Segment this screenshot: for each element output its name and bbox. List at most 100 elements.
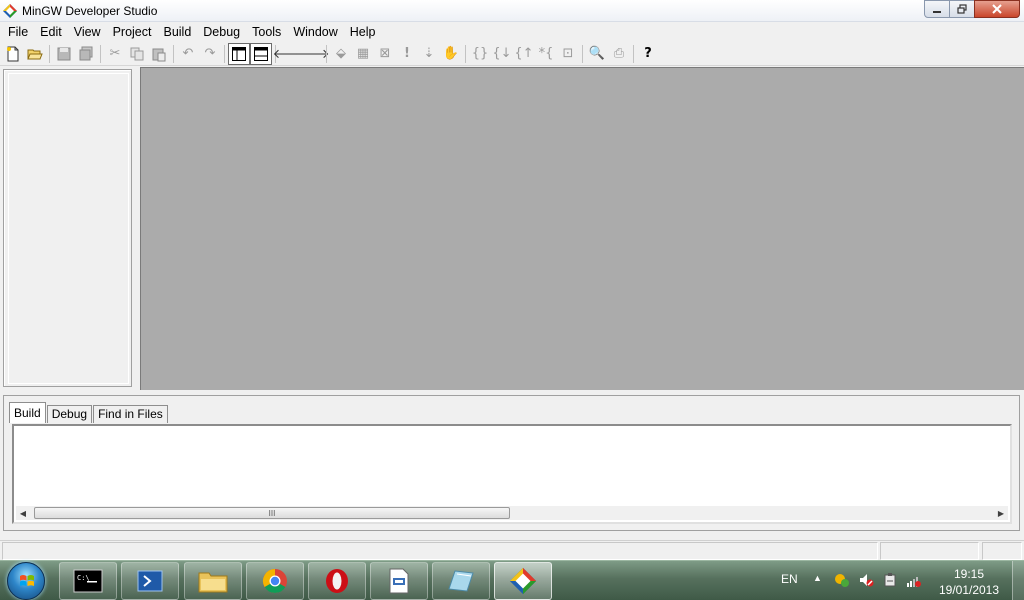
taskbar-notes-button[interactable] [432,562,490,600]
step-out-icon: {↑ [514,46,534,61]
copy-icon [130,47,144,60]
minimize-button[interactable] [924,0,950,18]
hand-icon: ✋ [442,46,460,61]
tab-debug[interactable]: Debug [46,405,93,423]
triangle-left-icon: ◀ [19,508,27,518]
menu-help[interactable]: Help [344,22,382,42]
document-icon [389,568,409,594]
volume-muted-icon[interactable] [858,572,874,588]
copy-button[interactable] [126,43,148,65]
tab-build[interactable]: Build [9,402,46,423]
editor-mdi-area[interactable] [140,67,1024,390]
folder-open-icon [27,49,43,59]
menu-build[interactable]: Build [157,22,197,42]
taskbar-mingw-studio-button[interactable] [494,562,552,600]
taskbar-explorer-button[interactable] [184,562,242,600]
toggle-workspace-button[interactable] [228,42,250,65]
build-button[interactable]: ▦ [352,43,374,65]
clock-time[interactable]: 19:15 [948,567,990,581]
step-in-icon: {↓ [492,46,512,61]
start-button[interactable] [7,562,45,600]
tray-app-icon[interactable] [834,572,850,588]
workspace-panel[interactable] [3,69,132,387]
stop-build-icon: ⊠ [379,46,391,61]
chrome-icon [262,569,287,594]
toolbar-separator [100,44,101,63]
scroll-grip: III [268,508,276,518]
menu-window[interactable]: Window [287,22,343,42]
scroll-thumb[interactable]: III [34,507,510,519]
window-title: MinGW Developer Studio [22,4,158,18]
taskbar: C:\ EN ▲ 19:15 19/01/2013 [0,560,1024,600]
debug-step-over-button[interactable]: {} [469,43,491,65]
toolbar-separator [173,44,174,63]
output-tabs: Build Debug Find in Files [9,402,169,423]
power-icon[interactable] [882,572,898,588]
menu-project[interactable]: Project [107,22,158,42]
print-preview-button[interactable]: 🔍 [586,43,608,65]
taskbar-cmd-button[interactable]: C:\ [59,562,117,600]
debug-watch-button[interactable]: ⊡ [557,43,579,65]
clock-date[interactable]: 19/01/2013 [936,583,1002,597]
network-signal-icon[interactable] [906,572,922,588]
toolbar-separator [633,44,634,63]
debug-step-in-button[interactable]: {↓ [491,43,513,65]
menu-view[interactable]: View [68,22,107,42]
show-hidden-icons-button[interactable]: ▲ [813,573,822,583]
toolbar-separator [224,44,225,63]
open-file-button[interactable] [24,43,46,65]
taskbar-notepad-button[interactable] [370,562,428,600]
status-pane-position [880,542,979,560]
undo-button[interactable]: ↶ [177,43,199,65]
mingw-studio-icon [509,567,537,595]
save-all-button[interactable] [75,43,97,65]
debug-step-out-button[interactable]: {↑ [513,43,535,65]
menu-debug[interactable]: Debug [197,22,246,42]
debug-run-to-cursor-button[interactable]: *{ [535,43,557,65]
step-into-button[interactable]: ⇣ [418,43,440,65]
taskbar-powershell-button[interactable] [121,562,179,600]
undo-icon: ↶ [182,46,194,61]
horizontal-scrollbar[interactable]: ◀ III ▶ [16,506,1008,520]
toolbar-separator [49,44,50,63]
menu-file[interactable]: File [2,22,34,42]
print-preview-icon: 🔍 [588,46,606,61]
compile-button[interactable]: ⬙ [330,43,352,65]
output-text-area[interactable]: ◀ III ▶ [12,424,1012,524]
tab-find-in-files[interactable]: Find in Files [93,405,168,423]
scroll-right-button[interactable]: ▶ [994,506,1008,520]
restore-icon [957,4,967,14]
help-button[interactable]: ? [637,43,659,65]
step-over-icon: {} [471,46,489,61]
redo-button[interactable]: ↷ [199,43,221,65]
toolbar: ✂ ↶ ↷ 🡐 🡒 ⬙ ▦ ⊠ ! ⇣ ✋ {} {↓ {↑ *{ ⊡ 🔍 ⎙ … [0,42,1024,66]
scroll-left-button[interactable]: ◀ [16,506,30,520]
status-pane-message [2,542,878,560]
close-button[interactable] [974,0,1020,18]
breakpoint-button[interactable]: ✋ [440,43,462,65]
print-button[interactable]: ⎙ [608,43,630,65]
restore-button[interactable] [949,0,975,18]
menu-edit[interactable]: Edit [34,22,68,42]
menu-tools[interactable]: Tools [246,22,287,42]
stop-build-button[interactable]: ⊠ [374,43,396,65]
taskbar-chrome-button[interactable] [246,562,304,600]
cut-button[interactable]: ✂ [104,43,126,65]
save-all-icon [79,46,93,60]
toggle-output-button[interactable] [250,42,272,65]
show-desktop-button[interactable] [1012,561,1024,600]
workspace-tree [8,73,129,384]
save-button[interactable] [53,43,75,65]
command-prompt-icon: C:\ [73,569,103,593]
execute-button[interactable]: ! [396,43,418,65]
language-indicator[interactable]: EN [781,572,798,586]
forward-button[interactable]: 🡒 [295,43,330,65]
powershell-icon [137,570,163,592]
title-bar[interactable]: MinGW Developer Studio [0,0,1024,22]
new-file-button[interactable] [2,43,24,65]
close-icon [992,4,1002,14]
svg-text:C:\: C:\ [77,574,90,582]
paste-button[interactable] [148,43,170,65]
taskbar-opera-button[interactable] [308,562,366,600]
menu-bar: File Edit View Project Build Debug Tools… [0,22,1024,42]
